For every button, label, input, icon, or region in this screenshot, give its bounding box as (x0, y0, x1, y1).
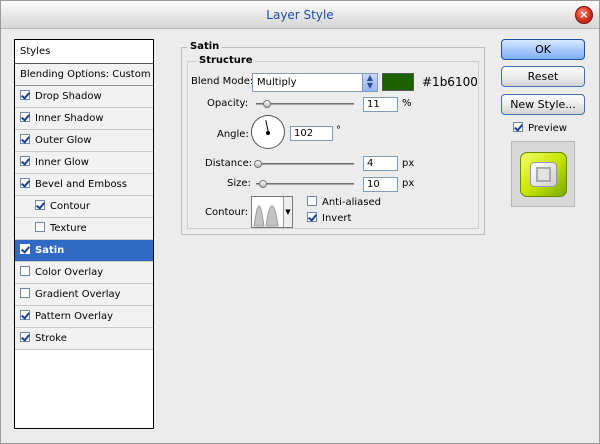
style-item-color-overlay[interactable]: Color Overlay (15, 262, 153, 284)
style-item-bevel-and-emboss[interactable]: Bevel and Emboss (15, 174, 153, 196)
style-item-satin[interactable]: Satin (15, 240, 153, 262)
style-item-label: Inner Glow (35, 157, 89, 168)
style-item-label: Stroke (35, 333, 67, 344)
style-item-label: Outer Glow (35, 135, 92, 146)
preview-inner-square (536, 167, 551, 182)
style-item-outer-glow[interactable]: Outer Glow (15, 130, 153, 152)
style-item-label: Contour (50, 201, 90, 212)
style-item-stroke[interactable]: Stroke (15, 328, 153, 350)
distance-slider-thumb[interactable] (254, 160, 262, 168)
blend-mode-select[interactable]: Multiply ▲ ▼ (252, 73, 378, 92)
style-item-label: Satin (35, 245, 65, 256)
size-label: Size: (227, 178, 251, 189)
styles-header[interactable]: Styles (15, 40, 153, 64)
opacity-unit: % (402, 98, 412, 109)
style-item-label: Inner Shadow (35, 113, 104, 124)
preview-checkbox[interactable]: Preview (513, 122, 567, 134)
blend-mode-label: Blend Mode: (191, 76, 254, 87)
chevron-updown-icon: ▲ ▼ (362, 74, 377, 91)
window-title: Layer Style (266, 8, 334, 22)
style-item-inner-glow[interactable]: Inner Glow (15, 152, 153, 174)
style-item-inner-shadow[interactable]: Inner Shadow (15, 108, 153, 130)
size-unit: px (402, 178, 415, 189)
distance-label: Distance: (205, 158, 253, 169)
angle-label: Angle: (217, 129, 249, 140)
angle-dial[interactable] (251, 115, 285, 149)
blend-mode-value: Multiply (257, 77, 297, 88)
anti-aliased-label: Anti-aliased (322, 197, 382, 208)
style-item-label: Bevel and Emboss (35, 179, 127, 190)
satin-group-title: Satin (187, 41, 223, 52)
angle-dial-center (266, 131, 270, 135)
blending-options-item[interactable]: Blending Options: Custom (15, 64, 153, 86)
inner-glow-checkbox[interactable] (20, 156, 30, 166)
preview-inner-bevel (530, 162, 557, 187)
opacity-label: Opacity: (207, 98, 249, 109)
styles-list: Styles Blending Options: Custom Drop Sha… (14, 39, 154, 429)
opacity-slider-thumb[interactable] (262, 100, 271, 108)
color-hex-label: #1b6100 (422, 75, 478, 89)
layer-style-dialog: Layer Style × Styles Blending Options: C… (0, 0, 600, 444)
style-item-drop-shadow[interactable]: Drop Shadow (15, 86, 153, 108)
drop-shadow-checkbox[interactable] (20, 90, 30, 100)
style-preview (511, 141, 575, 207)
distance-slider[interactable] (254, 160, 354, 168)
pattern-overlay-checkbox[interactable] (20, 310, 30, 320)
size-slider-thumb[interactable] (259, 180, 267, 188)
opacity-slider[interactable] (256, 100, 354, 108)
invert-label: Invert (322, 213, 352, 224)
satin-color-swatch[interactable] (382, 73, 414, 91)
style-item-texture[interactable]: Texture (15, 218, 153, 240)
title-bar: Layer Style × (1, 1, 599, 29)
new-style-button[interactable]: New Style... (501, 94, 585, 115)
satin-checkbox[interactable] (20, 244, 30, 254)
angle-input[interactable]: 102 (290, 126, 333, 141)
close-icon[interactable]: × (575, 6, 593, 24)
color-overlay-checkbox[interactable] (20, 266, 30, 276)
contour-picker[interactable]: ▼ (251, 196, 293, 228)
ok-button[interactable]: OK (501, 39, 585, 60)
distance-input[interactable]: 4 (363, 156, 398, 171)
preview-check-icon (513, 122, 523, 132)
contour-label: Contour: (205, 207, 249, 218)
size-slider[interactable] (256, 180, 354, 188)
contour-curve-icon (253, 205, 279, 227)
preview-thumbnail (520, 152, 567, 197)
opacity-input[interactable]: 11 (363, 97, 398, 112)
style-item-label: Gradient Overlay (35, 289, 121, 300)
structure-group-title: Structure (196, 55, 256, 66)
style-item-label: Pattern Overlay (35, 311, 114, 322)
anti-aliased-check-icon (307, 196, 317, 206)
anti-aliased-checkbox[interactable]: Anti-aliased (307, 196, 381, 208)
chevron-down-icon[interactable]: ▼ (283, 197, 292, 227)
reset-button[interactable]: Reset (501, 66, 585, 87)
distance-unit: px (402, 158, 415, 169)
style-item-contour[interactable]: Contour (15, 196, 153, 218)
size-input[interactable]: 10 (363, 177, 398, 192)
style-item-label: Drop Shadow (35, 91, 102, 102)
style-item-label: Color Overlay (35, 267, 104, 278)
bevel-and-emboss-checkbox[interactable] (20, 178, 30, 188)
invert-checkbox[interactable]: Invert (307, 212, 351, 224)
outer-glow-checkbox[interactable] (20, 134, 30, 144)
inner-shadow-checkbox[interactable] (20, 112, 30, 122)
invert-check-icon (307, 212, 317, 222)
stroke-checkbox[interactable] (20, 332, 30, 342)
angle-unit: ° (336, 125, 341, 136)
style-item-gradient-overlay[interactable]: Gradient Overlay (15, 284, 153, 306)
gradient-overlay-checkbox[interactable] (20, 288, 30, 298)
contour-checkbox[interactable] (35, 200, 45, 210)
texture-checkbox[interactable] (35, 222, 45, 232)
preview-label: Preview (528, 123, 567, 134)
style-item-label: Texture (50, 223, 87, 234)
style-item-pattern-overlay[interactable]: Pattern Overlay (15, 306, 153, 328)
